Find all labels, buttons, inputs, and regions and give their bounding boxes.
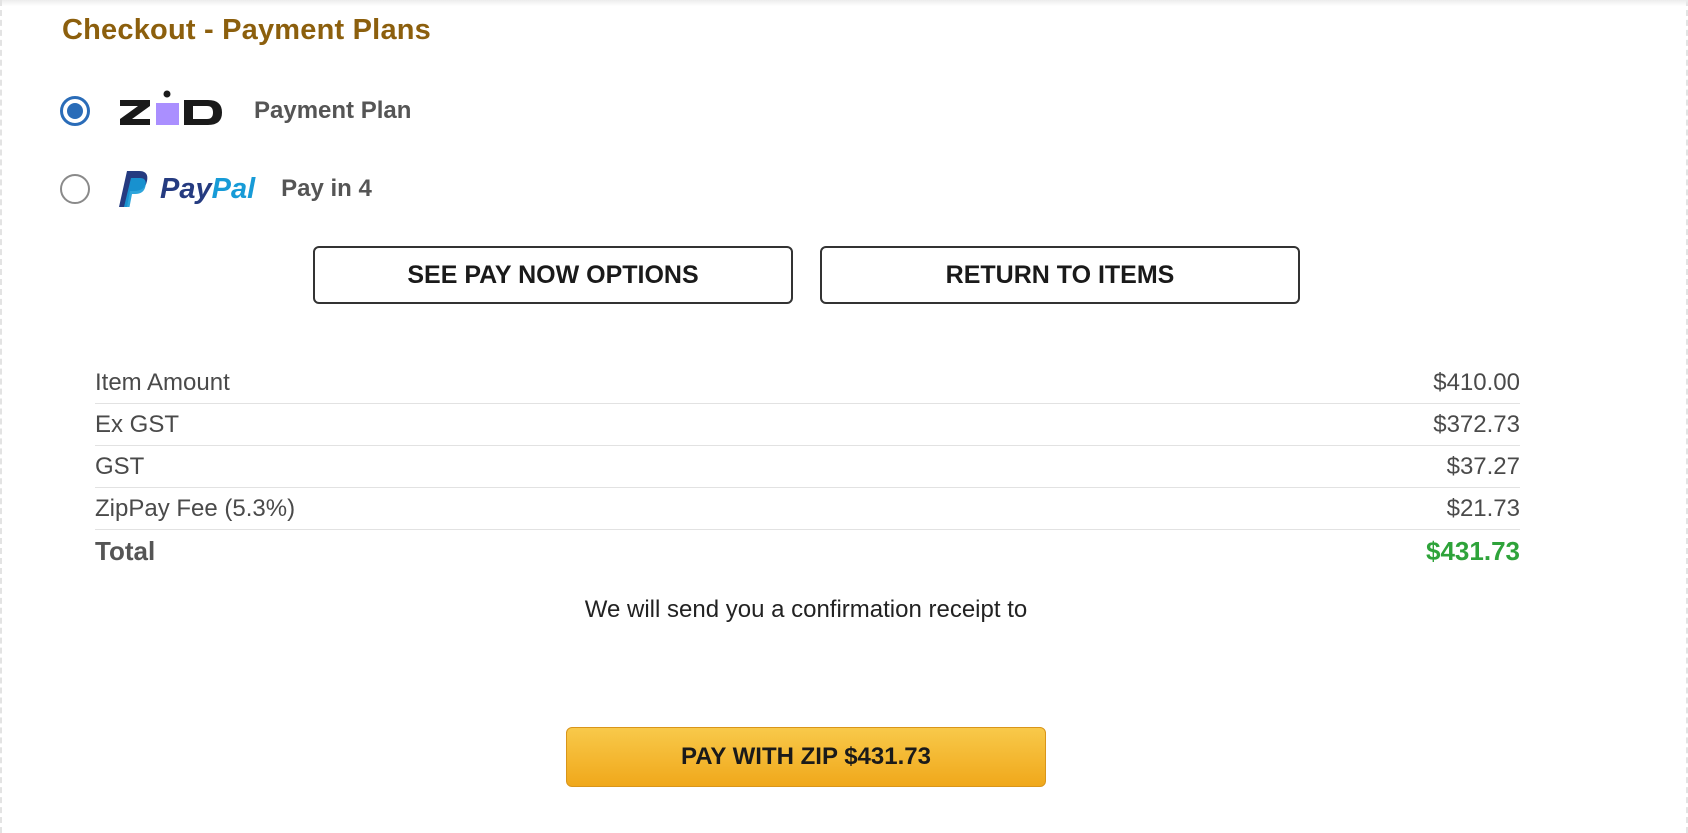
paypal-logo-icon: PayPal <box>118 169 255 209</box>
top-edge-shadow <box>2 0 1688 6</box>
summary-row: GST $37.27 <box>95 446 1520 488</box>
radio-zip[interactable] <box>60 96 90 126</box>
radio-selected-dot <box>67 103 83 119</box>
order-summary: Item Amount $410.00 Ex GST $372.73 GST $… <box>95 362 1520 572</box>
summary-row-label: Item Amount <box>95 368 230 396</box>
paypal-brand-text: PayPal <box>160 172 256 205</box>
summary-row-value: $37.27 <box>1446 452 1520 480</box>
summary-row-label: GST <box>95 452 145 480</box>
summary-total-row: Total $431.73 <box>95 530 1520 572</box>
payment-option-label: Payment Plan <box>254 97 412 124</box>
summary-row: ZipPay Fee (5.3%) $21.73 <box>95 488 1520 530</box>
summary-row: Item Amount $410.00 <box>95 362 1520 404</box>
summary-row-label: Ex GST <box>95 410 180 438</box>
payment-option-zip[interactable]: Payment Plan <box>60 89 411 133</box>
summary-row-value: $21.73 <box>1446 494 1520 522</box>
total-value: $431.73 <box>1426 535 1520 566</box>
payment-option-paypal[interactable]: PayPal Pay in 4 <box>60 167 372 211</box>
zip-logo-icon <box>118 89 226 133</box>
total-label: Total <box>95 535 156 566</box>
return-to-items-button[interactable]: RETURN TO ITEMS <box>820 246 1300 304</box>
summary-row-value: $410.00 <box>1433 368 1520 396</box>
checkout-page: Checkout - Payment Plans Payment Plan Pa… <box>0 0 1688 833</box>
see-pay-now-options-button[interactable]: SEE PAY NOW OPTIONS <box>313 246 793 304</box>
summary-row-value: $372.73 <box>1433 410 1520 438</box>
radio-paypal[interactable] <box>60 174 90 204</box>
page-title: Checkout - Payment Plans <box>62 14 432 46</box>
payment-option-label: Pay in 4 <box>281 175 372 202</box>
summary-row: Ex GST $372.73 <box>95 404 1520 446</box>
receipt-notice: We will send you a confirmation receipt … <box>584 596 1028 623</box>
pay-with-zip-button[interactable]: PAY WITH ZIP $431.73 <box>566 727 1046 787</box>
summary-row-label: ZipPay Fee (5.3%) <box>95 494 296 522</box>
